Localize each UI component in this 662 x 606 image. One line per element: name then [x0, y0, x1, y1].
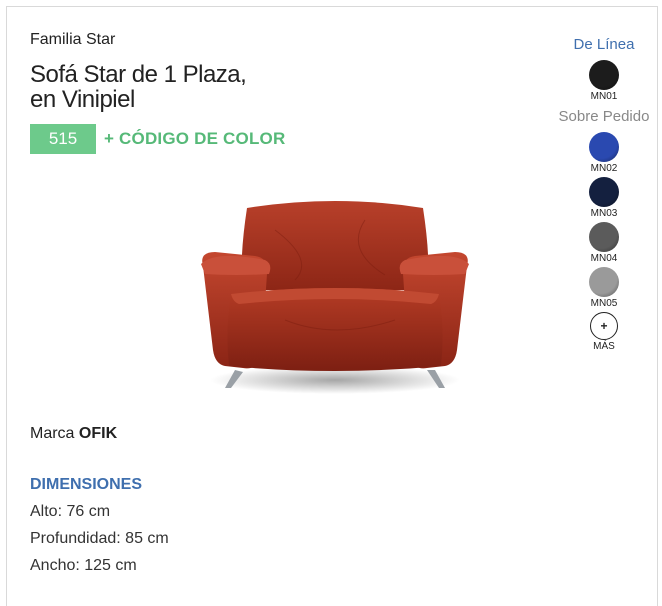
color-swatch[interactable]	[589, 60, 619, 90]
product-title-line-1: Sofá Star de 1 Plaza,	[30, 61, 247, 88]
dimension-profundidad: Profundidad: 85 cm	[30, 530, 169, 547]
armchair-image	[201, 201, 469, 394]
dimension-ancho: Ancho: 125 cm	[30, 557, 137, 574]
dimension-alto: Alto: 76 cm	[30, 503, 111, 520]
color-swatch-label: MN01	[590, 91, 618, 102]
color-swatch-label: MN02	[590, 163, 618, 174]
brand-prefix: Marca	[30, 425, 75, 442]
color-swatch-item[interactable]: MN03	[551, 177, 657, 219]
line-colors-label: De Línea	[573, 36, 635, 53]
color-swatch-item[interactable]: MN02	[551, 132, 657, 174]
color-swatch-label: MN05	[590, 298, 618, 309]
order-swatches: MN02 MN03 MN04 MN05	[551, 132, 657, 309]
color-swatch-label: MN04	[590, 253, 618, 264]
color-swatch[interactable]	[589, 267, 619, 297]
more-colors-label: MÁS	[593, 341, 615, 352]
product-family: Familia Star	[30, 31, 116, 48]
color-swatch[interactable]	[589, 177, 619, 207]
more-colors[interactable]: + MÁS	[551, 312, 657, 352]
product-code-badge: 515	[30, 124, 96, 154]
product-code-row: 515 + CÓDIGO DE COLOR	[30, 124, 285, 154]
color-swatch-item[interactable]: MN01	[551, 60, 657, 102]
color-swatch[interactable]	[589, 132, 619, 162]
brand-line: Marca OFIK	[30, 425, 117, 443]
order-colors-label: Sobre Pedido	[558, 108, 650, 125]
color-code-link[interactable]: + CÓDIGO DE COLOR	[104, 129, 285, 149]
product-title: Sofá Star de 1 Plaza, en Vinipiel	[30, 62, 330, 112]
brand-name: OFIK	[78, 425, 118, 442]
product-title-line-2: en Vinipiel	[30, 86, 135, 113]
more-colors-button[interactable]: +	[590, 312, 618, 340]
color-swatch[interactable]	[589, 222, 619, 252]
dimensions-heading: DIMENSIONES	[30, 476, 143, 493]
color-swatch-item[interactable]: MN04	[551, 222, 657, 264]
color-selector: De Línea MN01 Sobre Pedido MN02 MN03 MN04 M…	[551, 36, 657, 352]
color-swatch-item[interactable]: MN05	[551, 267, 657, 309]
color-swatch-label: MN03	[590, 208, 618, 219]
line-swatches: MN01	[551, 60, 657, 102]
